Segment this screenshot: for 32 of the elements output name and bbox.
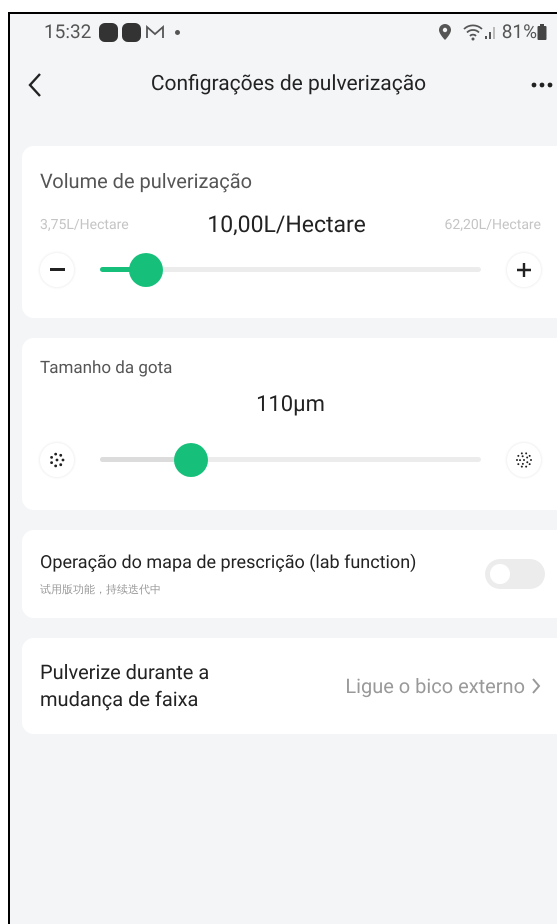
setting-label: Pulverize durante a mudança de faixa (40, 659, 210, 713)
increase-button[interactable] (507, 252, 541, 286)
large-droplet-button[interactable] (40, 442, 74, 476)
location-icon (438, 23, 452, 41)
battery-icon (537, 23, 547, 41)
settings-row[interactable]: Pulverize durante a mudança de faixa Ligue o bico externo (22, 638, 557, 734)
mail-icon (145, 24, 166, 40)
app-icon (122, 22, 142, 42)
minus-icon (50, 268, 64, 271)
setting-label: Operação do mapa de prescrição (lab function) (40, 551, 418, 576)
slider-thumb[interactable] (128, 252, 163, 286)
status-time: 15:32 (44, 18, 92, 45)
setting-hint: 试用版功能，持续迭代中 (40, 582, 162, 598)
plus-icon (516, 262, 532, 278)
chevron-right-icon (531, 677, 541, 695)
more-icon[interactable] (531, 82, 553, 88)
wifi-icon (462, 23, 484, 41)
fine-droplets-icon (514, 450, 534, 470)
page-title: Configrações de pulverização (150, 71, 428, 98)
max-value: 62,20L/Hectare (444, 216, 541, 235)
app-icon (99, 22, 118, 42)
min-value: 3,75L/Hectare (40, 216, 129, 235)
section-title: Volume de pulverização (40, 168, 254, 195)
slider-thumb[interactable] (174, 442, 208, 476)
current-value: 10,00L/Hectare (207, 210, 366, 240)
setting-value: Ligue o bico externo (345, 673, 525, 700)
fine-droplet-button[interactable] (507, 442, 541, 476)
decrease-button[interactable] (40, 252, 74, 286)
current-value: 110µm (255, 390, 326, 418)
signal-icon (484, 24, 498, 40)
battery-level: 81% (502, 18, 537, 45)
section-title: Tamanho da gota (40, 357, 174, 380)
